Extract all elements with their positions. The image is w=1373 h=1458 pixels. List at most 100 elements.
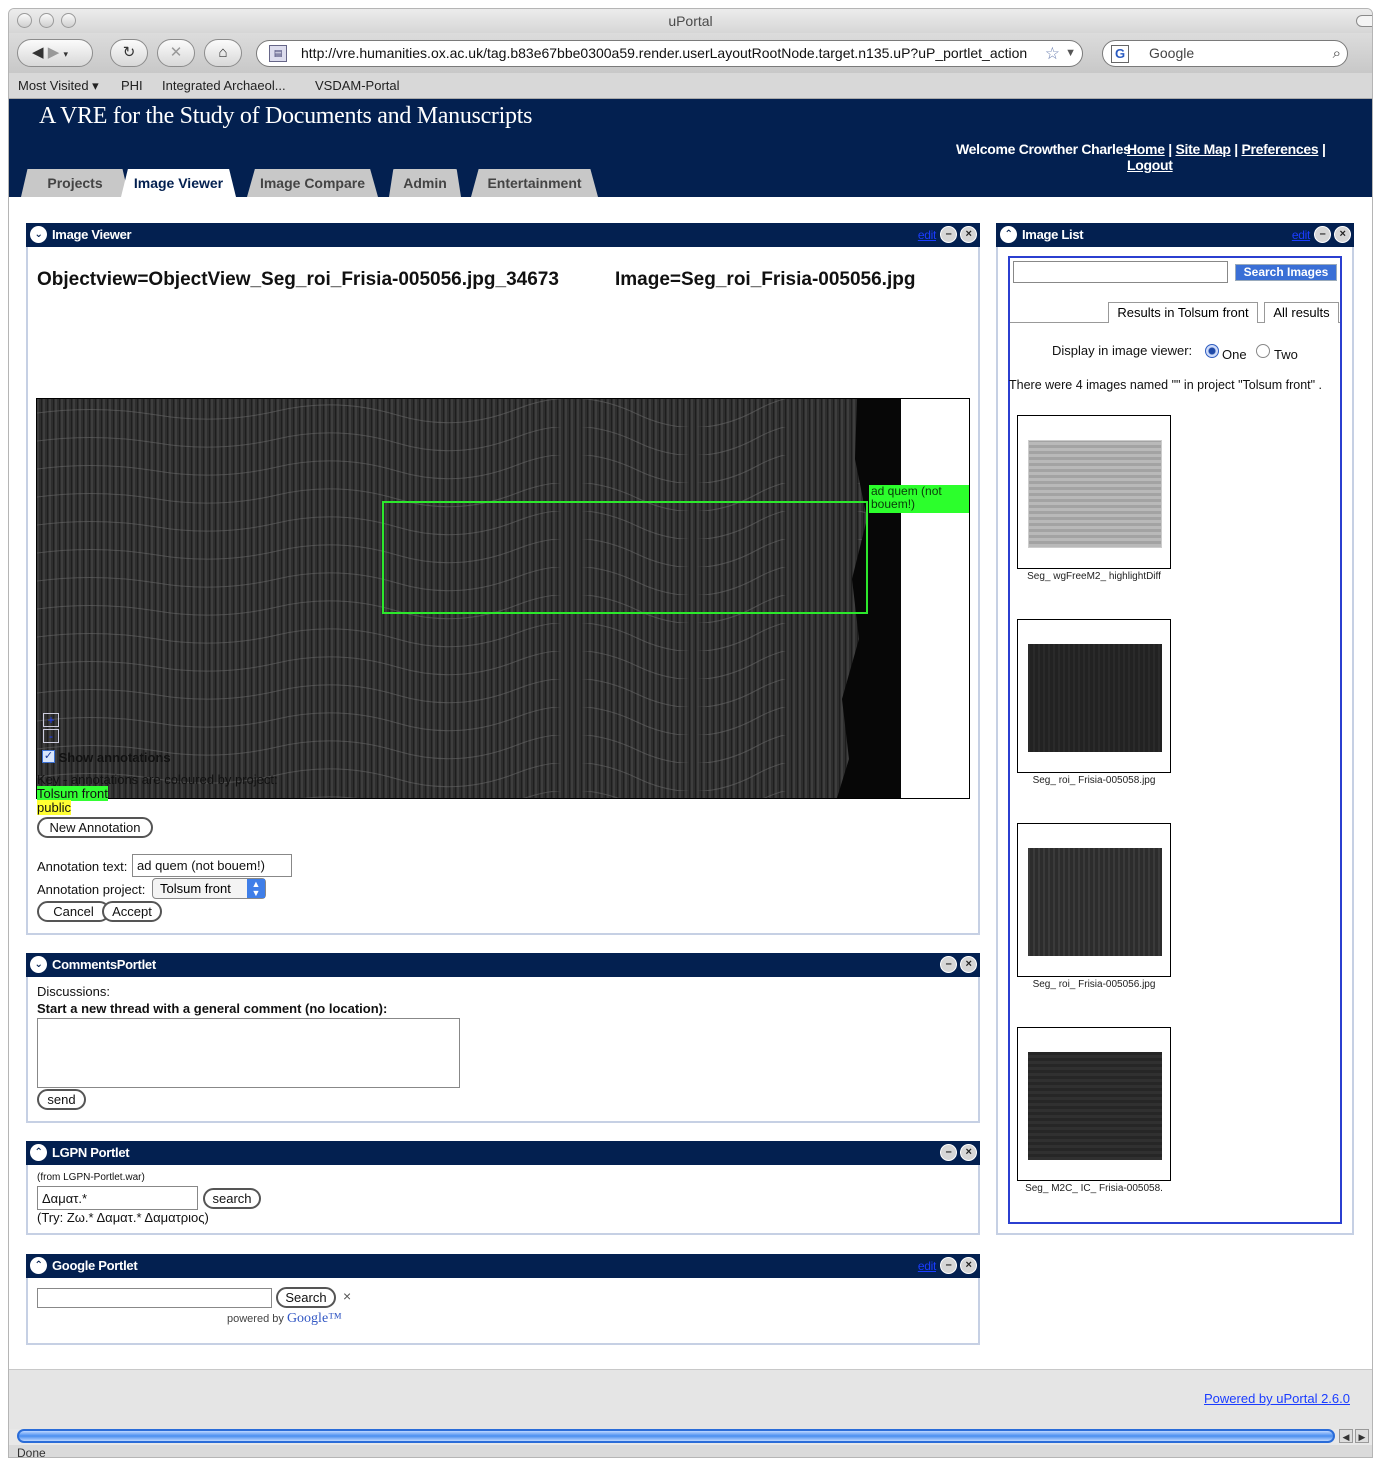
forward-arrow-icon[interactable]: ▶ — [48, 44, 60, 61]
clear-search-icon[interactable]: × — [343, 1288, 351, 1304]
send-button[interactable]: send — [37, 1089, 86, 1110]
show-annotations-checkbox[interactable]: ✓ — [42, 750, 55, 763]
preferences-link[interactable]: Preferences — [1242, 141, 1319, 157]
horizontal-scrollbar[interactable] — [17, 1429, 1335, 1443]
tab-projects[interactable]: Projects — [21, 169, 129, 197]
thumbnail-caption: Seg_ roi_ Frisia-005058.jpg — [1032, 775, 1156, 786]
new-annotation-button[interactable]: New Annotation — [37, 817, 153, 838]
link-separator: | — [1234, 141, 1238, 157]
radio-one[interactable] — [1205, 344, 1219, 358]
minimize-window-icon[interactable] — [39, 13, 54, 28]
edit-link[interactable]: edit — [918, 1254, 936, 1278]
search-images-button[interactable]: Search Images — [1235, 264, 1337, 281]
radio-two[interactable] — [1256, 344, 1270, 358]
thumbnail-image[interactable] — [1028, 440, 1162, 548]
thumbnail-card[interactable] — [1017, 619, 1171, 773]
radio-two-label: Two — [1274, 347, 1298, 362]
address-bar[interactable]: ▤ http://vre.humanities.ox.ac.uk/tag.b83… — [256, 40, 1083, 67]
collapse-chevron-icon[interactable]: ⌄ — [30, 956, 47, 973]
site-map-link[interactable]: Site Map — [1176, 141, 1231, 157]
annotation-key-text: Key - annotations are coloured by projec… — [37, 772, 278, 787]
bookmark-integrated-archaeology[interactable]: Integrated Archaeol... — [162, 73, 286, 99]
tab-image-compare[interactable]: Image Compare — [247, 169, 378, 197]
search-icon[interactable]: ⌕ — [1333, 41, 1341, 66]
bookmark-most-visited[interactable]: Most Visited ▾ — [18, 73, 99, 99]
close-portlet-icon[interactable]: × — [960, 956, 977, 973]
edit-link[interactable]: edit — [918, 223, 936, 247]
home-link[interactable]: Home — [1127, 141, 1165, 157]
thumbnail-image[interactable] — [1028, 644, 1162, 752]
accept-button[interactable]: Accept — [102, 901, 162, 922]
tab-image-viewer[interactable]: Image Viewer — [121, 169, 236, 197]
close-portlet-icon[interactable]: × — [1334, 226, 1351, 243]
manuscript-image[interactable]: ad quem (not bouem!) — [37, 399, 969, 798]
portlet-title: LGPN Portlet — [52, 1145, 130, 1160]
tab-entertainment[interactable]: Entertainment — [471, 169, 598, 197]
scroll-left-icon[interactable]: ◀ — [1339, 1429, 1353, 1443]
stop-icon: ✕ — [169, 44, 183, 61]
bookmark-star-icon[interactable]: ☆ — [1045, 41, 1060, 66]
tab-all-results[interactable]: All results — [1264, 302, 1339, 323]
tab-results-tolsum[interactable]: Results in Tolsum front — [1108, 302, 1258, 323]
close-portlet-icon[interactable]: × — [960, 1144, 977, 1161]
thumbnail-card[interactable] — [1017, 415, 1171, 569]
status-bar: Done — [9, 1445, 1372, 1457]
scroll-right-icon[interactable]: ▶ — [1355, 1429, 1369, 1443]
edit-link[interactable]: edit — [1292, 223, 1310, 247]
cancel-button[interactable]: Cancel — [37, 901, 110, 922]
annotation-label[interactable]: ad quem (not bouem!) — [869, 485, 969, 513]
bookmark-vsdam-portal[interactable]: VSDAM-Portal — [315, 73, 400, 99]
logout-link[interactable]: Logout — [1127, 157, 1173, 173]
browser-window: uPortal ◀ ▶ ▾ ↻ ✕ ⌂ ▤ http://vre.humanit… — [8, 8, 1373, 1458]
google-search-input[interactable] — [37, 1288, 272, 1308]
zoom-out-button[interactable]: - — [43, 729, 59, 743]
home-button[interactable]: ⌂ — [204, 39, 242, 67]
google-search-button[interactable]: Search — [276, 1287, 336, 1308]
lgpn-search-button[interactable]: search — [203, 1188, 261, 1209]
expand-chevron-icon[interactable]: ⌃ — [30, 1144, 47, 1161]
back-forward-button[interactable]: ◀ ▶ ▾ — [17, 39, 93, 67]
thumbnail-image[interactable] — [1028, 1052, 1162, 1160]
image-viewport[interactable]: ad quem (not bouem!) — [36, 398, 970, 799]
bookmark-phi[interactable]: PHI — [121, 73, 143, 99]
minimize-portlet-icon[interactable]: – — [940, 226, 957, 243]
zoom-window-icon[interactable] — [61, 13, 76, 28]
link-separator: | — [1168, 141, 1172, 157]
reload-button[interactable]: ↻ — [110, 39, 148, 67]
annotation-project-label: Annotation project: — [37, 882, 146, 897]
minimize-portlet-icon[interactable]: – — [940, 1144, 957, 1161]
history-dropdown-icon[interactable]: ▾ — [63, 49, 68, 59]
welcome-text: Welcome Crowther Charles — [956, 141, 1131, 157]
powered-by-uportal-link[interactable]: Powered by uPortal 2.6.0 — [1204, 1391, 1350, 1406]
google-engine-icon[interactable]: G — [1111, 45, 1129, 63]
thumbnail-card[interactable] — [1017, 1027, 1171, 1181]
browser-search-box[interactable]: G Google ⌕ — [1102, 40, 1348, 67]
thumbnail-card[interactable] — [1017, 823, 1171, 977]
comment-textarea[interactable] — [37, 1018, 460, 1088]
close-window-icon[interactable] — [17, 13, 32, 28]
zoom-in-button[interactable]: + — [43, 713, 59, 727]
lgpn-search-input[interactable] — [37, 1186, 198, 1210]
annotation-text-input[interactable] — [132, 854, 292, 877]
minimize-portlet-icon[interactable]: – — [940, 1257, 957, 1274]
toolbar-toggle-icon[interactable] — [1356, 15, 1372, 27]
back-arrow-icon[interactable]: ◀ — [32, 44, 44, 61]
lgpn-source-note: (from LGPN-Portlet.war) — [37, 1172, 145, 1183]
thumbnail-image[interactable] — [1028, 848, 1162, 956]
start-thread-label: Start a new thread with a general commen… — [37, 1001, 388, 1016]
minimize-portlet-icon[interactable]: – — [1314, 226, 1331, 243]
image-search-input[interactable] — [1013, 261, 1228, 283]
lgpn-try-hint: (Try: Ζω.* Δαματ.* Δαματριος) — [37, 1210, 209, 1225]
annotation-region[interactable] — [382, 501, 868, 614]
url-dropdown-icon[interactable]: ▼ — [1065, 41, 1076, 66]
expand-chevron-icon[interactable]: ⌃ — [1000, 226, 1017, 243]
collapse-chevron-icon[interactable]: ⌄ — [30, 226, 47, 243]
stop-button[interactable]: ✕ — [157, 39, 195, 67]
expand-chevron-icon[interactable]: ⌃ — [30, 1257, 47, 1274]
close-portlet-icon[interactable]: × — [960, 226, 977, 243]
annotation-project-select[interactable]: Tolsum front ▲ ▼ — [152, 878, 266, 899]
tab-admin[interactable]: Admin — [389, 169, 461, 197]
minimize-portlet-icon[interactable]: – — [940, 956, 957, 973]
close-portlet-icon[interactable]: × — [960, 1257, 977, 1274]
browser-toolbar: ◀ ▶ ▾ ↻ ✕ ⌂ ▤ http://vre.humanities.ox.a… — [9, 33, 1372, 73]
